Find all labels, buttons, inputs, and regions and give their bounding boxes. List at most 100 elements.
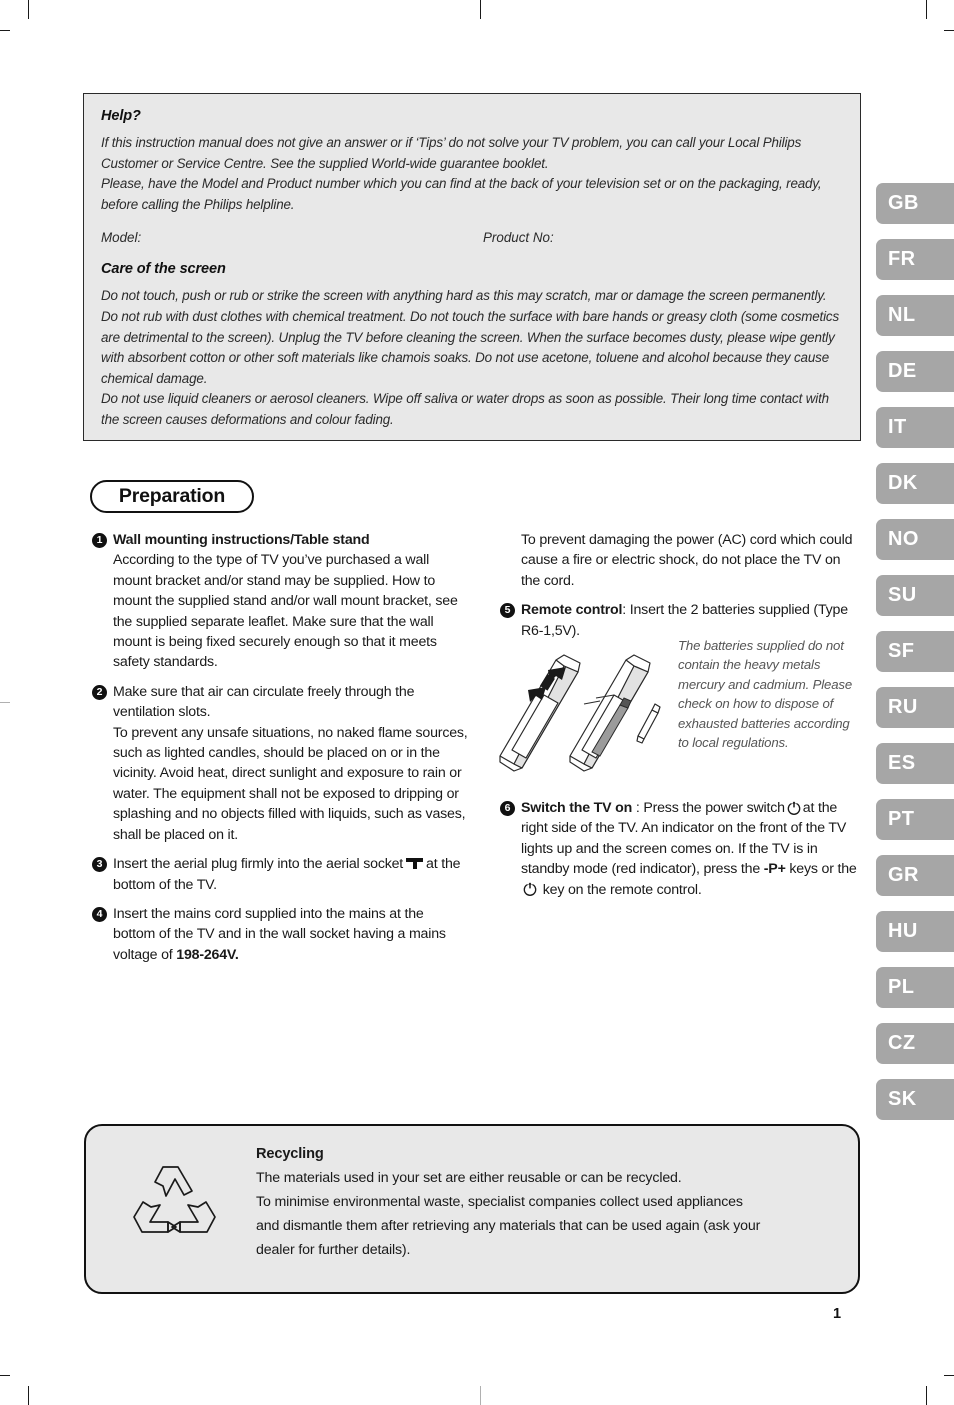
left-column: 1 Wall mounting instructions/Table stand…: [92, 530, 468, 974]
language-tab-label: DK: [888, 472, 918, 494]
crop-mark-bottom-left: [28, 1386, 29, 1405]
crop-mark-right-bottom: [944, 1375, 954, 1376]
language-tab-cz[interactable]: CZ: [876, 1023, 954, 1064]
product-no-label: Product No:: [483, 230, 554, 246]
language-tab-label: DE: [888, 360, 917, 382]
step-4: 4 Insert the mains cord supplied into th…: [92, 904, 468, 965]
step-4-text: Insert the mains cord supplied into the …: [113, 905, 446, 963]
help-paragraph-1: If this instruction manual does not give…: [101, 135, 802, 171]
language-tab-label: SK: [888, 1088, 917, 1110]
model-label: Model:: [101, 230, 142, 246]
language-tab-label: RU: [888, 696, 918, 718]
battery-disposal-note: The batteries supplied do not contain th…: [678, 636, 858, 752]
battery-disposal-note-text: The batteries supplied do not contain th…: [678, 638, 853, 751]
help-paragraph-2: Please, have the Model and Product numbe…: [101, 176, 822, 212]
recycling-heading: Recycling: [256, 1146, 324, 1162]
page-number: 1: [833, 1306, 842, 1322]
language-tab-it[interactable]: IT: [876, 407, 954, 448]
step-6-text-1: : Press the power switch: [632, 800, 785, 817]
crop-mark-top-center: [480, 0, 481, 19]
language-tab-label: PT: [888, 808, 915, 830]
step-4-number: 4: [92, 906, 107, 922]
language-tab-fr[interactable]: FR: [876, 239, 954, 280]
language-tab-list: GB FR NL DE IT DK NO SU SF RU ES PT GR H…: [876, 183, 954, 1135]
language-tab-label: HU: [888, 920, 918, 942]
care-paragraph-2: Do not use liquid cleaners or aerosol cl…: [101, 391, 829, 427]
language-tab-su[interactable]: SU: [876, 575, 954, 616]
crop-mark-right-top: [944, 30, 954, 31]
step-3: 3 Insert the aerial plug firmly into the…: [92, 854, 468, 895]
model-product-row: Model: Product No:: [101, 230, 843, 245]
recycling-icon: [128, 1164, 222, 1256]
power-icon-2: [523, 882, 537, 897]
step-5: 5 Remote control: Insert the 2 batteries…: [500, 600, 862, 641]
crop-mark-bottom-center: [480, 1386, 481, 1405]
language-tab-de[interactable]: DE: [876, 351, 954, 392]
language-tab-label: PL: [888, 976, 915, 998]
language-tab-gb[interactable]: GB: [876, 183, 954, 224]
crop-mark-left-bottom: [0, 1375, 10, 1376]
step-3-text-before: Insert the aerial plug firmly into the a…: [113, 856, 404, 873]
step-5-title: Remote control: [521, 602, 623, 619]
step-6-keys-label: -P+: [763, 861, 786, 878]
recycling-line-2: To minimise environmental waste, special…: [256, 1194, 743, 1210]
recycling-line-4: dealer for further details).: [256, 1242, 411, 1258]
language-tab-pl[interactable]: PL: [876, 967, 954, 1008]
language-tab-label: ES: [888, 752, 916, 774]
care-paragraph-1: Do not touch, push or rub or strike the …: [101, 288, 840, 386]
step-5-number: 5: [500, 603, 515, 619]
language-tab-label: GR: [888, 864, 919, 886]
recycling-box: Recycling The materials used in your set…: [84, 1124, 860, 1294]
step-4-continuation: To prevent damaging the power (AC) cord …: [500, 530, 862, 591]
language-tab-dk[interactable]: DK: [876, 463, 954, 504]
step-4-voltage: 198-264V.: [176, 946, 239, 963]
step-1-title: Wall mounting instructions/Table stand: [113, 532, 370, 548]
step-2-number: 2: [92, 684, 107, 700]
step-2: 2 Make sure that air can circulate freel…: [92, 682, 468, 845]
language-tab-sf[interactable]: SF: [876, 631, 954, 672]
step-6-number: 6: [500, 801, 515, 817]
language-tab-nl[interactable]: NL: [876, 295, 954, 336]
step-6-text-3: keys or the: [785, 861, 857, 878]
aerial-socket-icon: [406, 857, 424, 870]
language-tab-label: IT: [888, 416, 907, 438]
section-title-label: Preparation: [118, 485, 226, 507]
step-2-text-1: Make sure that air can circulate freely …: [113, 683, 415, 721]
step-4-continuation-text: To prevent damaging the power (AC) cord …: [521, 532, 853, 589]
crop-mark-top-right: [926, 0, 927, 19]
crop-mark-left-middle: [0, 702, 10, 703]
language-tab-label: SU: [888, 584, 917, 606]
step-6-title: Switch the TV on: [521, 800, 633, 817]
language-tab-label: SF: [888, 640, 915, 662]
language-tab-sk[interactable]: SK: [876, 1079, 954, 1120]
language-tab-label: NL: [888, 304, 916, 326]
section-title-preparation: Preparation: [90, 480, 254, 513]
language-tab-es[interactable]: ES: [876, 743, 954, 784]
crop-mark-bottom-right: [926, 1386, 927, 1405]
crop-mark-left-top: [0, 30, 10, 31]
recycling-line-1: The materials used in your set are eithe…: [256, 1170, 682, 1186]
recycling-text-block: Recycling The materials used in your set…: [256, 1142, 846, 1262]
step-1-text: According to the type of TV you’ve purch…: [113, 552, 458, 671]
step-6-text-4: key on the remote control.: [542, 881, 702, 898]
language-tab-ru[interactable]: RU: [876, 687, 954, 728]
care-of-screen-heading: Care of the screen: [101, 261, 226, 278]
help-heading: Help?: [101, 108, 141, 124]
step-2-text-2: To prevent any unsafe situations, no nak…: [113, 724, 468, 843]
language-tab-pt[interactable]: PT: [876, 799, 954, 840]
crop-mark-top-left: [28, 0, 29, 19]
language-tab-label: CZ: [888, 1032, 916, 1054]
step-1-number: 1: [92, 533, 107, 548]
step-1: 1 Wall mounting instructions/Table stand…: [92, 530, 468, 673]
power-icon-1: [787, 801, 801, 815]
battery-insertion-illustration: [492, 642, 668, 775]
step-3-number: 3: [92, 857, 107, 873]
language-tab-no[interactable]: NO: [876, 519, 954, 560]
language-tab-label: GB: [888, 192, 919, 214]
language-tab-gr[interactable]: GR: [876, 855, 954, 896]
step-6: 6 Switch the TV on : Press the power swi…: [500, 798, 862, 900]
recycling-line-3: and dismantle them after retrieving any …: [256, 1218, 761, 1234]
language-tab-label: NO: [888, 528, 919, 550]
language-tab-hu[interactable]: HU: [876, 911, 954, 952]
language-tab-label: FR: [888, 248, 916, 270]
